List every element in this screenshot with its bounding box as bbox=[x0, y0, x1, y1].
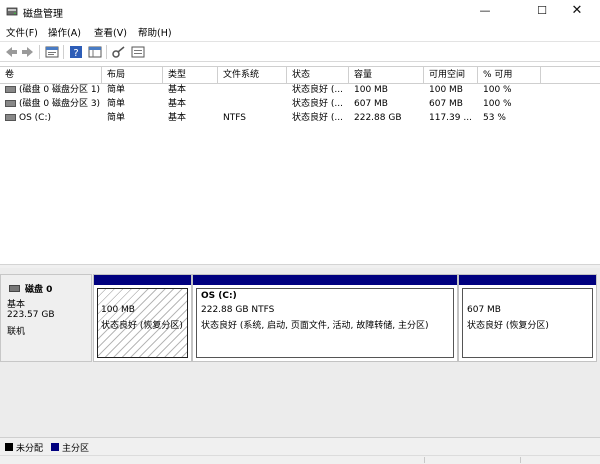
volume-name: (磁盘 0 磁盘分区 3) bbox=[19, 99, 101, 109]
disk-icon bbox=[9, 285, 20, 292]
percent-free-cell: 100 % bbox=[483, 85, 512, 95]
filesystem-cell bbox=[218, 83, 287, 97]
filesystem-cell: NTFS bbox=[223, 113, 246, 123]
legend-primary-label: 主分区 bbox=[62, 444, 90, 454]
partition-size: 222.88 GB NTFS bbox=[201, 305, 275, 315]
drive-icon bbox=[5, 100, 16, 107]
table-header: 卷 布局 类型 文件系统 状态 容量 可用空间 % 可用 bbox=[0, 67, 600, 84]
primary-partition-bar bbox=[459, 275, 596, 285]
volume-list: 卷 布局 类型 文件系统 状态 容量 可用空间 % 可用 (磁盘 0 磁盘分区 … bbox=[0, 66, 600, 265]
column-header-layout[interactable]: 布局 bbox=[102, 67, 163, 83]
table-row[interactable]: (磁盘 0 磁盘分区 3) 简单 基本 状态良好 (... 607 MB 607… bbox=[0, 97, 600, 111]
title-bar: 磁盘管理 — ☐ ✕ bbox=[0, 0, 600, 22]
percent-free-cell: 100 % bbox=[483, 99, 512, 109]
type-cell: 基本 bbox=[168, 113, 187, 123]
free-space-cell: 117.39 ... bbox=[429, 113, 472, 123]
column-header-free-space[interactable]: 可用空间 bbox=[424, 67, 478, 83]
status-cell: 状态良好 (... bbox=[292, 113, 343, 123]
partition-status: 状态良好 (系统, 启动, 页面文件, 活动, 故障转储, 主分区) bbox=[201, 321, 429, 331]
list-icon[interactable] bbox=[130, 44, 146, 60]
window-title: 磁盘管理 bbox=[23, 9, 63, 20]
disk-size: 223.57 GB bbox=[7, 310, 55, 320]
menu-file[interactable]: 文件(F) bbox=[6, 25, 38, 39]
filesystem-cell bbox=[218, 97, 287, 111]
status-cell: 状态良好 (... bbox=[292, 99, 343, 109]
volume-cell: (磁盘 0 磁盘分区 1) bbox=[0, 83, 102, 97]
partition-size: 100 MB bbox=[101, 305, 135, 315]
column-header-filesystem[interactable]: 文件系统 bbox=[218, 67, 287, 83]
primary-partition-swatch bbox=[51, 443, 59, 451]
volume-name: (磁盘 0 磁盘分区 1) bbox=[19, 85, 101, 95]
capacity-cell: 100 MB bbox=[354, 85, 388, 95]
table-row[interactable]: (磁盘 0 磁盘分区 1) 简单 基本 状态良好 (... 100 MB 100… bbox=[0, 83, 600, 97]
disk-type: 基本 bbox=[7, 300, 26, 310]
volume-name: OS (C:) bbox=[19, 113, 51, 123]
primary-partition-bar bbox=[94, 275, 191, 285]
minimize-button[interactable]: — bbox=[462, 0, 508, 22]
toolbar-separator bbox=[106, 45, 107, 59]
properties-icon[interactable] bbox=[44, 44, 60, 60]
column-header-volume[interactable]: 卷 bbox=[0, 67, 102, 83]
legend-unallocated-label: 未分配 bbox=[16, 444, 44, 454]
forward-icon[interactable] bbox=[20, 44, 36, 60]
volume-cell: (磁盘 0 磁盘分区 3) bbox=[0, 97, 102, 111]
legend: 未分配 主分区 bbox=[0, 437, 600, 456]
layout-cell: 简单 bbox=[107, 113, 126, 123]
partition-recovery-1[interactable]: 100 MB 状态良好 (恢复分区) bbox=[93, 274, 192, 362]
column-header-type[interactable]: 类型 bbox=[163, 67, 218, 83]
menu-help[interactable]: 帮助(H) bbox=[138, 25, 172, 39]
disk-status: 联机 bbox=[7, 327, 26, 337]
layout-cell: 简单 bbox=[107, 99, 126, 109]
svg-text:?: ? bbox=[73, 48, 78, 59]
status-divider bbox=[520, 457, 521, 463]
grid-icon[interactable] bbox=[87, 44, 103, 60]
menu-bar: 文件(F) 操作(A) 查看(V) 帮助(H) bbox=[0, 22, 600, 41]
disk-name: 磁盘 0 bbox=[25, 285, 53, 295]
layout-cell: 简单 bbox=[107, 85, 126, 95]
status-cell: 状态良好 (... bbox=[292, 85, 343, 95]
capacity-cell: 607 MB bbox=[354, 99, 388, 109]
type-cell: 基本 bbox=[168, 85, 187, 95]
column-header-capacity[interactable]: 容量 bbox=[349, 67, 424, 83]
primary-partition-bar bbox=[193, 275, 457, 285]
toolbar: ? bbox=[0, 41, 600, 62]
table-row[interactable]: OS (C:) 简单 基本 NTFS 状态良好 (... 222.88 GB 1… bbox=[0, 111, 600, 125]
partition-status: 状态良好 (恢复分区) bbox=[467, 321, 549, 331]
partition-content: OS (C:) 222.88 GB NTFS 状态良好 (系统, 启动, 页面文… bbox=[196, 288, 454, 358]
type-cell: 基本 bbox=[168, 99, 187, 109]
disk-info-panel[interactable]: 磁盘 0 基本 223.57 GB 联机 bbox=[0, 274, 92, 362]
percent-free-cell: 53 % bbox=[483, 113, 506, 123]
partition-content: 607 MB 状态良好 (恢复分区) bbox=[462, 288, 593, 358]
disk-management-icon bbox=[6, 7, 18, 16]
partition-recovery-3[interactable]: 607 MB 状态良好 (恢复分区) bbox=[458, 274, 597, 362]
free-space-cell: 100 MB bbox=[429, 85, 463, 95]
partition-selected-area: 100 MB 状态良好 (恢复分区) bbox=[97, 288, 188, 358]
column-header-percent-free[interactable]: % 可用 bbox=[478, 67, 541, 83]
drive-icon bbox=[5, 86, 16, 93]
free-space-cell: 607 MB bbox=[429, 99, 463, 109]
key-icon[interactable] bbox=[111, 44, 127, 60]
unallocated-swatch bbox=[5, 443, 13, 451]
partition-size: 607 MB bbox=[467, 305, 501, 315]
back-icon[interactable] bbox=[3, 44, 19, 60]
toolbar-separator bbox=[63, 45, 64, 59]
volume-cell: OS (C:) bbox=[0, 111, 102, 125]
help-icon[interactable]: ? bbox=[68, 44, 84, 60]
capacity-cell: 222.88 GB bbox=[354, 113, 402, 123]
status-divider bbox=[424, 457, 425, 463]
column-header-status[interactable]: 状态 bbox=[287, 67, 349, 83]
menu-view[interactable]: 查看(V) bbox=[94, 25, 127, 39]
toolbar-separator bbox=[39, 45, 40, 59]
disk-graphical-view: 磁盘 0 基本 223.57 GB 联机 100 MB 状态良好 (恢复分区) … bbox=[0, 268, 600, 437]
partition-status: 状态良好 (恢复分区) bbox=[101, 321, 183, 331]
close-button[interactable]: ✕ bbox=[554, 0, 600, 22]
partition-os-c[interactable]: OS (C:) 222.88 GB NTFS 状态良好 (系统, 启动, 页面文… bbox=[192, 274, 458, 362]
partition-title: OS (C:) bbox=[201, 291, 237, 301]
menu-action[interactable]: 操作(A) bbox=[48, 25, 81, 39]
drive-icon bbox=[5, 114, 16, 121]
